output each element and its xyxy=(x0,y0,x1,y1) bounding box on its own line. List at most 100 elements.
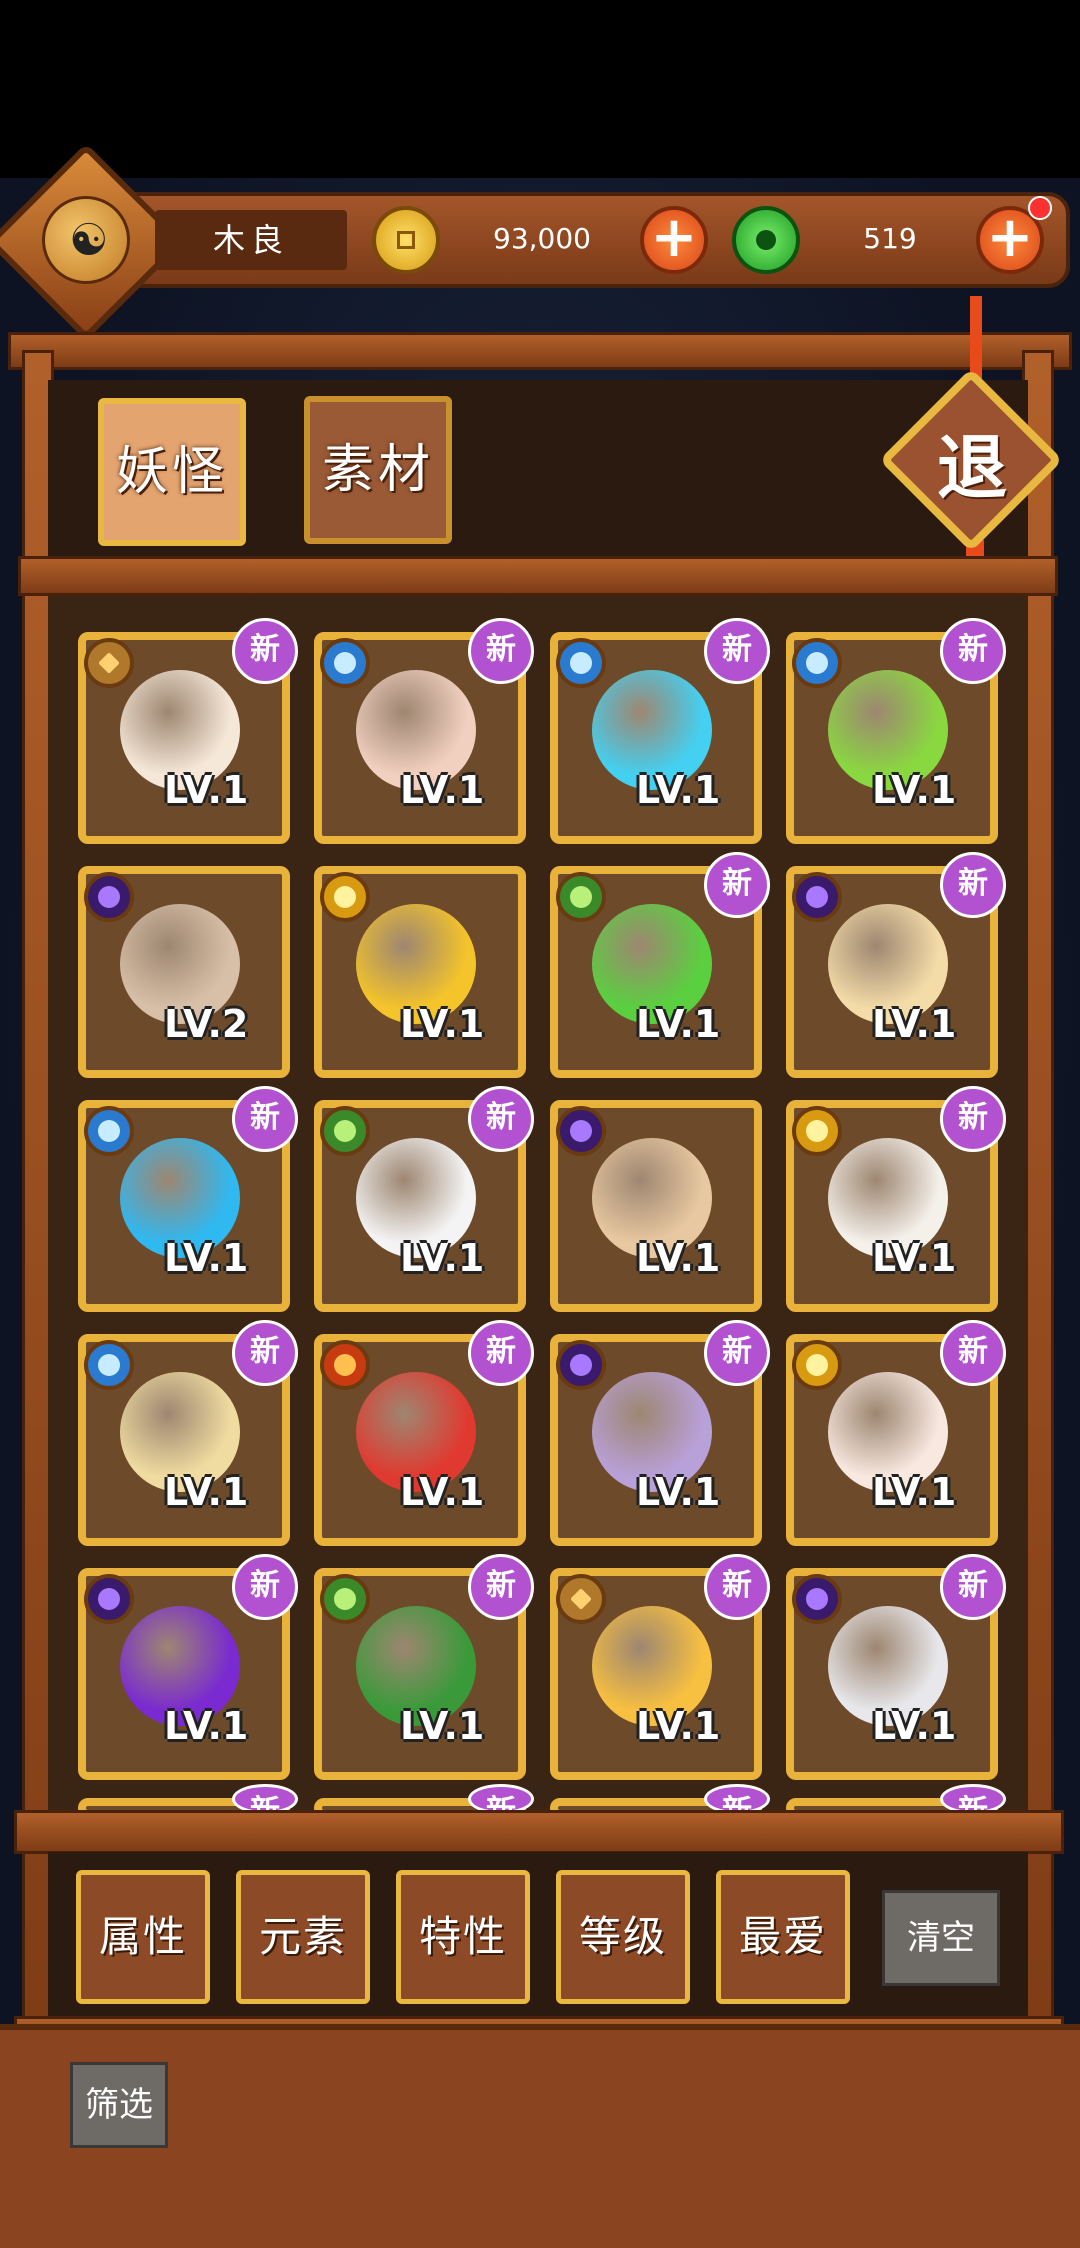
player-name-box: 木良 xyxy=(155,210,347,270)
new-badge: 新 xyxy=(232,1086,298,1152)
new-badge: 新 xyxy=(940,618,1006,684)
dark-element-icon xyxy=(792,1574,842,1624)
monster-card[interactable]: LV.2 xyxy=(78,866,290,1078)
filter-attribute-label: 属性 xyxy=(98,1912,187,1961)
filter-attribute-button[interactable]: 属性 xyxy=(76,1870,210,2004)
dark-element-icon xyxy=(556,1106,606,1156)
monster-card[interactable]: LV.1 新 xyxy=(786,1554,1006,1780)
level-label: LV.1 xyxy=(872,1470,957,1514)
wood-element-icon xyxy=(320,1106,370,1156)
clear-label: 清空 xyxy=(907,1918,975,1958)
dark-element-icon xyxy=(84,872,134,922)
level-label: LV.1 xyxy=(164,768,249,812)
water-element-icon xyxy=(556,638,606,688)
monster-card[interactable]: LV.1 新 xyxy=(550,1320,770,1546)
earth-element-icon xyxy=(84,638,134,688)
light-element-icon xyxy=(792,1106,842,1156)
dark-element-icon xyxy=(84,1574,134,1624)
tab-monsters-label: 妖怪 xyxy=(115,442,228,502)
level-label: LV.1 xyxy=(400,768,485,812)
new-badge: 新 xyxy=(704,852,770,918)
earth-element-icon xyxy=(556,1574,606,1624)
monster-card[interactable]: LV.1 新 xyxy=(550,1554,770,1780)
level-label: LV.1 xyxy=(872,1236,957,1280)
screen-button[interactable]: 筛选 xyxy=(70,2062,168,2148)
water-element-icon xyxy=(84,1340,134,1390)
monster-card[interactable]: LV.1 新 xyxy=(786,852,1006,1078)
new-badge: 新 xyxy=(468,1320,534,1386)
new-badge: 新 xyxy=(468,1554,534,1620)
dark-element-icon xyxy=(792,872,842,922)
monster-card[interactable]: LV.1 新 xyxy=(786,618,1006,844)
new-badge: 新 xyxy=(704,1554,770,1620)
quit-label: 退 xyxy=(937,427,1007,509)
monster-card[interactable]: LV.1 新 xyxy=(78,1554,298,1780)
filter-favorite-button[interactable]: 最爱 xyxy=(716,1870,850,2004)
fire-element-icon xyxy=(320,1340,370,1390)
filter-level-label: 等级 xyxy=(578,1912,667,1961)
level-label: LV.1 xyxy=(636,1470,721,1514)
filter-trait-label: 特性 xyxy=(418,1912,507,1961)
new-badge: 新 xyxy=(940,1320,1006,1386)
monster-card[interactable]: LV.1 新 xyxy=(78,1086,298,1312)
new-badge: 新 xyxy=(468,1086,534,1152)
new-badge: 新 xyxy=(468,618,534,684)
water-element-icon xyxy=(792,638,842,688)
new-badge: 新 xyxy=(704,1320,770,1386)
tab-materials-label: 素材 xyxy=(321,440,434,500)
filter-element-label: 元素 xyxy=(258,1912,347,1961)
monster-card[interactable]: LV.1 新 xyxy=(314,618,534,844)
level-label: LV.1 xyxy=(872,1002,957,1046)
tab-monsters[interactable]: 妖怪 xyxy=(98,398,246,546)
dark-element-icon xyxy=(556,1340,606,1390)
monster-card[interactable]: LV.1 新 xyxy=(78,618,298,844)
light-element-icon xyxy=(792,1340,842,1390)
level-label: LV.1 xyxy=(636,768,721,812)
monster-card[interactable]: LV.1 新 xyxy=(786,1086,1006,1312)
jade-amount: 519 xyxy=(863,222,917,255)
level-label: LV.1 xyxy=(164,1704,249,1748)
level-label: LV.1 xyxy=(400,1236,485,1280)
level-label: LV.1 xyxy=(164,1236,249,1280)
level-label: LV.1 xyxy=(636,1704,721,1748)
level-label: LV.2 xyxy=(164,1002,249,1046)
monster-card[interactable]: LV.1 新 xyxy=(550,618,770,844)
level-label: LV.1 xyxy=(400,1704,485,1748)
level-label: LV.1 xyxy=(164,1470,249,1514)
clear-button[interactable]: 清空 xyxy=(882,1890,1000,1986)
new-badge: 新 xyxy=(704,618,770,684)
new-badge: 新 xyxy=(232,618,298,684)
wood-element-icon xyxy=(320,1574,370,1624)
screen-label: 筛选 xyxy=(85,2085,153,2125)
monster-card[interactable]: LV.1 新 xyxy=(78,1320,298,1546)
wood-element-icon xyxy=(556,872,606,922)
monster-card[interactable]: LV.1 新 xyxy=(314,1554,534,1780)
new-badge: 新 xyxy=(940,852,1006,918)
level-label: LV.1 xyxy=(400,1470,485,1514)
monster-card[interactable]: LV.1 新 xyxy=(550,852,770,1078)
monster-card[interactable]: LV.1 新 xyxy=(314,1086,534,1312)
notification-dot xyxy=(1028,196,1052,220)
new-badge: 新 xyxy=(940,1086,1006,1152)
new-badge: 新 xyxy=(940,1554,1006,1620)
monster-card[interactable]: LV.1 xyxy=(314,866,526,1078)
level-label: LV.1 xyxy=(400,1002,485,1046)
add-gold-button[interactable]: + xyxy=(640,206,708,274)
light-element-icon xyxy=(320,872,370,922)
tab-materials[interactable]: 素材 xyxy=(304,396,452,544)
filter-level-button[interactable]: 等级 xyxy=(556,1870,690,2004)
new-badge: 新 xyxy=(232,1554,298,1620)
filter-element-button[interactable]: 元素 xyxy=(236,1870,370,2004)
level-label: LV.1 xyxy=(636,1236,721,1280)
level-label: LV.1 xyxy=(872,1704,957,1748)
shelf-bottom-plank xyxy=(14,1810,1064,1854)
gold-coin-icon xyxy=(372,206,440,274)
monster-card[interactable]: LV.1 xyxy=(550,1100,762,1312)
filter-trait-button[interactable]: 特性 xyxy=(396,1870,530,2004)
jade-coin-icon xyxy=(732,206,800,274)
monster-card[interactable]: LV.1 新 xyxy=(786,1320,1006,1546)
monster-card[interactable]: LV.1 新 xyxy=(314,1320,534,1546)
player-name: 木良 xyxy=(212,221,289,259)
level-label: LV.1 xyxy=(872,768,957,812)
water-element-icon xyxy=(84,1106,134,1156)
